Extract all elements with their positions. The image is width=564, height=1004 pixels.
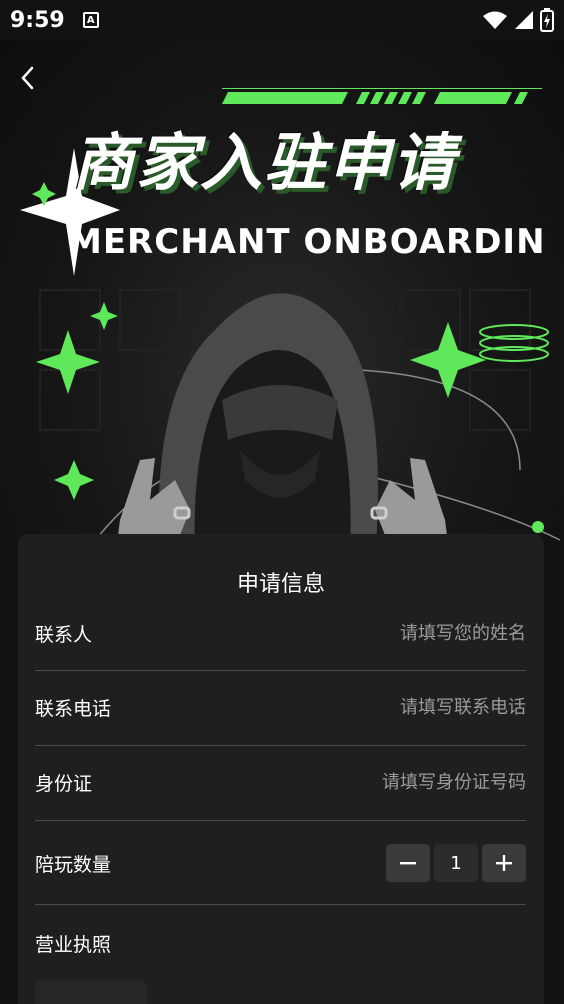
status-bar: 9:59 A <box>0 0 564 40</box>
chevron-left-icon <box>21 66 34 90</box>
status-icons <box>482 8 554 32</box>
increment-button[interactable] <box>482 844 526 882</box>
phone-input[interactable] <box>266 696 526 718</box>
quantity-stepper: 1 <box>386 844 526 882</box>
id-card-label: 身份证 <box>35 772 93 795</box>
hero-banner: 商家入驻申请 MERCHANT ONBOARDIN <box>0 40 564 560</box>
notification-a-icon: A <box>82 12 99 28</box>
phone-label: 联系电话 <box>35 697 112 720</box>
quantity-value[interactable]: 1 <box>434 844 478 882</box>
form-row-id-card: 身份证 <box>35 767 526 797</box>
form-title: 申请信息 <box>236 572 325 597</box>
plus-icon <box>496 855 512 871</box>
divider <box>35 745 526 746</box>
form-row-quantity: 陪玩数量 1 <box>35 843 526 883</box>
hero-title: 商家入驻申请 <box>72 126 457 199</box>
form-row-contact-name: 联系人 <box>35 618 526 648</box>
form-row-business-license: 营业执照 <box>35 928 526 958</box>
battery-icon <box>540 8 554 32</box>
divider <box>35 670 526 671</box>
form-row-phone: 联系电话 <box>35 692 526 722</box>
hero-stripe-decoration <box>222 88 542 104</box>
back-button[interactable] <box>12 62 44 94</box>
license-upload-slot[interactable] <box>35 980 147 1004</box>
decrement-button[interactable] <box>386 844 430 882</box>
id-card-input[interactable] <box>266 771 526 793</box>
divider <box>35 820 526 821</box>
quantity-label: 陪玩数量 <box>35 853 112 876</box>
hero-subtitle: MERCHANT ONBOARDIN <box>68 222 546 262</box>
contact-name-label: 联系人 <box>35 623 93 646</box>
business-license-label: 营业执照 <box>35 933 112 956</box>
divider <box>35 904 526 905</box>
signal-icon <box>515 11 533 29</box>
wifi-icon <box>483 11 507 29</box>
status-time: 9:59 <box>10 7 65 33</box>
contact-name-input[interactable] <box>266 622 526 644</box>
application-form-card: 申请信息 联系人 联系电话 身份证 陪玩数量 1 营业执照 <box>18 534 544 1004</box>
minus-icon <box>400 862 416 865</box>
